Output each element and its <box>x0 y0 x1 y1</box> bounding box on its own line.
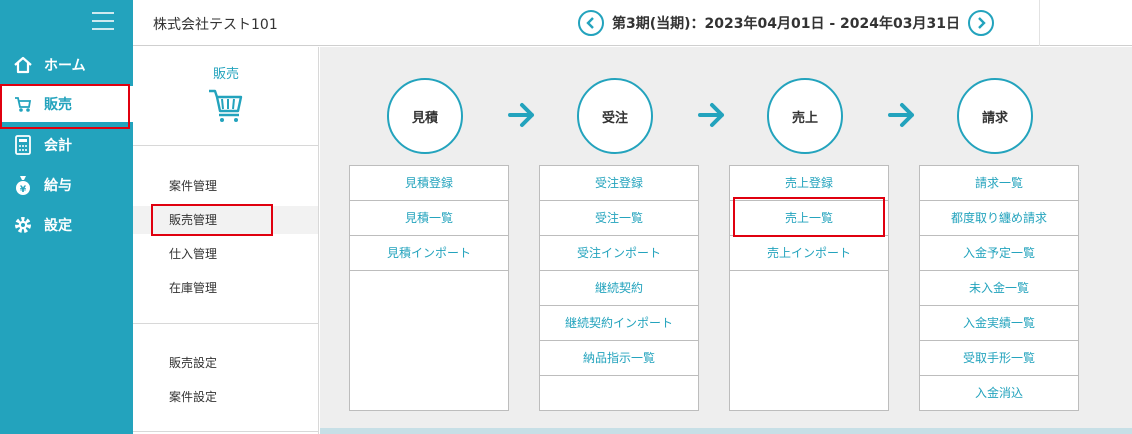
chevron-left-icon <box>586 17 594 29</box>
link-order-import[interactable]: 受注インポート <box>540 236 698 271</box>
company-name: 株式会社テスト101 <box>153 17 278 33</box>
link-recurring-contract-import[interactable]: 継続契約インポート <box>540 306 698 341</box>
link-payment-record-list[interactable]: 入金実績一覧 <box>920 306 1078 341</box>
menu-item-inventory-management[interactable]: 在庫管理 <box>133 274 319 302</box>
link-ad-hoc-consolidated-billing[interactable]: 都度取り纏め請求 <box>920 201 1078 236</box>
category-title: 販売 <box>212 67 239 82</box>
menu-item-project-management[interactable]: 案件管理 <box>133 172 319 200</box>
arrow-right-icon <box>508 103 534 127</box>
money-bag-icon: ¥ <box>12 174 34 196</box>
link-sales-list[interactable]: 売上一覧 <box>730 201 888 236</box>
link-sales-register[interactable]: 売上登録 <box>730 166 888 201</box>
category-panel: 販売 案件管理 販売管理 仕入管理 在庫管理 販売設定 案件設定 <box>133 47 319 434</box>
divider <box>133 431 319 432</box>
prev-period-button[interactable] <box>578 10 604 36</box>
billing-menu-column: 請求一覧 都度取り纏め請求 入金予定一覧 未入金一覧 入金実績一覧 受取手形一覧… <box>919 165 1079 411</box>
link-invoice-list[interactable]: 請求一覧 <box>920 166 1078 201</box>
nav-item-label: 会計 <box>44 138 72 154</box>
gear-icon <box>12 214 34 236</box>
link-payment-reconciliation[interactable]: 入金消込 <box>920 376 1078 411</box>
menu-item-purchase-management[interactable]: 仕入管理 <box>133 240 319 268</box>
link-expected-payment-list[interactable]: 入金予定一覧 <box>920 236 1078 271</box>
link-order-register[interactable]: 受注登録 <box>540 166 698 201</box>
divider <box>133 145 319 146</box>
arrow-right-icon <box>698 103 724 127</box>
link-unpaid-list[interactable]: 未入金一覧 <box>920 271 1078 306</box>
link-sales-import[interactable]: 売上インポート <box>730 236 888 271</box>
menu-item-sales-settings[interactable]: 販売設定 <box>133 349 319 377</box>
link-delivery-instruction-list[interactable]: 納品指示一覧 <box>540 341 698 376</box>
order-menu-column: 受注登録 受注一覧 受注インポート 継続契約 継続契約インポート 納品指示一覧 <box>539 165 699 411</box>
nav-item-home[interactable]: ホーム <box>0 47 133 83</box>
nav-item-label: 設定 <box>44 218 72 234</box>
nav-item-payroll[interactable]: ¥ 給与 <box>0 167 133 203</box>
link-order-list[interactable]: 受注一覧 <box>540 201 698 236</box>
link-recurring-contract[interactable]: 継続契約 <box>540 271 698 306</box>
step-sales[interactable]: 売上 <box>767 78 843 154</box>
header-divider <box>1039 0 1040 46</box>
step-estimate[interactable]: 見積 <box>387 78 463 154</box>
top-header: 株式会社テスト101 第3期(当期)：2023年04月01日 - 2024年03… <box>133 0 1132 46</box>
nav-item-accounting[interactable]: 会計 <box>0 127 133 163</box>
cart-icon <box>12 93 34 115</box>
sales-menu-column: 売上登録 売上一覧 売上インポート <box>729 165 889 411</box>
estimate-menu-column: 見積登録 見積一覧 見積インポート <box>349 165 509 411</box>
link-estimate-register[interactable]: 見積登録 <box>350 166 508 201</box>
nav-item-sales[interactable]: 販売 <box>0 86 133 122</box>
shopping-cart-icon <box>207 87 245 127</box>
step-billing[interactable]: 請求 <box>957 78 1033 154</box>
divider <box>133 323 319 324</box>
menu-toggle-icon[interactable] <box>92 12 114 30</box>
home-icon <box>12 54 34 76</box>
calculator-icon <box>12 134 34 156</box>
nav-item-settings[interactable]: 設定 <box>0 207 133 243</box>
svg-text:¥: ¥ <box>20 185 27 195</box>
menu-item-sales-management[interactable]: 販売管理 <box>133 206 319 234</box>
nav-item-label: 販売 <box>44 97 72 113</box>
app: ホーム 販売 会計 ¥ 給与 設定 株式会社テスト101 第3期(当期)：202… <box>0 0 1132 434</box>
arrow-right-icon <box>888 103 914 127</box>
fiscal-period-label: 第3期(当期)：2023年04月01日 - 2024年03月31日 <box>612 16 960 32</box>
bottom-bar <box>320 428 1132 434</box>
nav-item-label: ホーム <box>44 58 86 74</box>
nav-item-label: 給与 <box>44 178 72 194</box>
step-order[interactable]: 受注 <box>577 78 653 154</box>
next-period-button[interactable] <box>967 10 994 36</box>
menu-item-project-settings[interactable]: 案件設定 <box>133 383 319 411</box>
link-estimate-list[interactable]: 見積一覧 <box>350 201 508 236</box>
sales-flow-area: 見積 受注 売上 請求 見積登録 見積一覧 見積インポート 受注登録 受注一覧 … <box>320 47 1132 434</box>
link-bills-receivable-list[interactable]: 受取手形一覧 <box>920 341 1078 376</box>
side-nav: ホーム 販売 会計 ¥ 給与 設定 <box>0 0 133 434</box>
chevron-right-icon <box>978 17 986 29</box>
link-estimate-import[interactable]: 見積インポート <box>350 236 508 271</box>
period-selector: 第3期(当期)：2023年04月01日 - 2024年03月31日 <box>578 10 994 36</box>
